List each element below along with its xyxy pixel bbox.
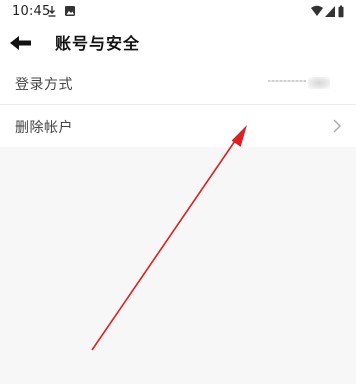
annotation-arrow-shaft: [91, 137, 238, 351]
battery-icon: [338, 5, 344, 18]
delete-account-row[interactable]: 删除帐户: [0, 104, 356, 147]
login-method-row[interactable]: 登录方式: [0, 62, 356, 104]
status-bar: 10:45: [0, 0, 356, 24]
chevron-right-icon: [333, 119, 341, 133]
image-icon: [65, 6, 75, 16]
download-icon: [48, 6, 56, 17]
wifi-icon: [311, 5, 323, 16]
app-header: 账号与安全: [0, 24, 356, 62]
login-method-label: 登录方式: [15, 77, 73, 93]
status-time: 10:45: [12, 4, 51, 19]
settings-list: 登录方式 删除帐户: [0, 62, 356, 147]
status-right-icons: [311, 5, 344, 18]
signal-icon: [325, 6, 335, 17]
account-security-screen: 10:45 账号与安全 登录方式 删除帐户: [0, 0, 356, 384]
page-title: 账号与安全: [55, 34, 141, 53]
delete-account-label: 删除帐户: [15, 120, 73, 136]
back-arrow-icon[interactable]: [9, 32, 33, 54]
status-left-icons: [48, 6, 75, 17]
login-method-value-obscured: [268, 77, 334, 89]
